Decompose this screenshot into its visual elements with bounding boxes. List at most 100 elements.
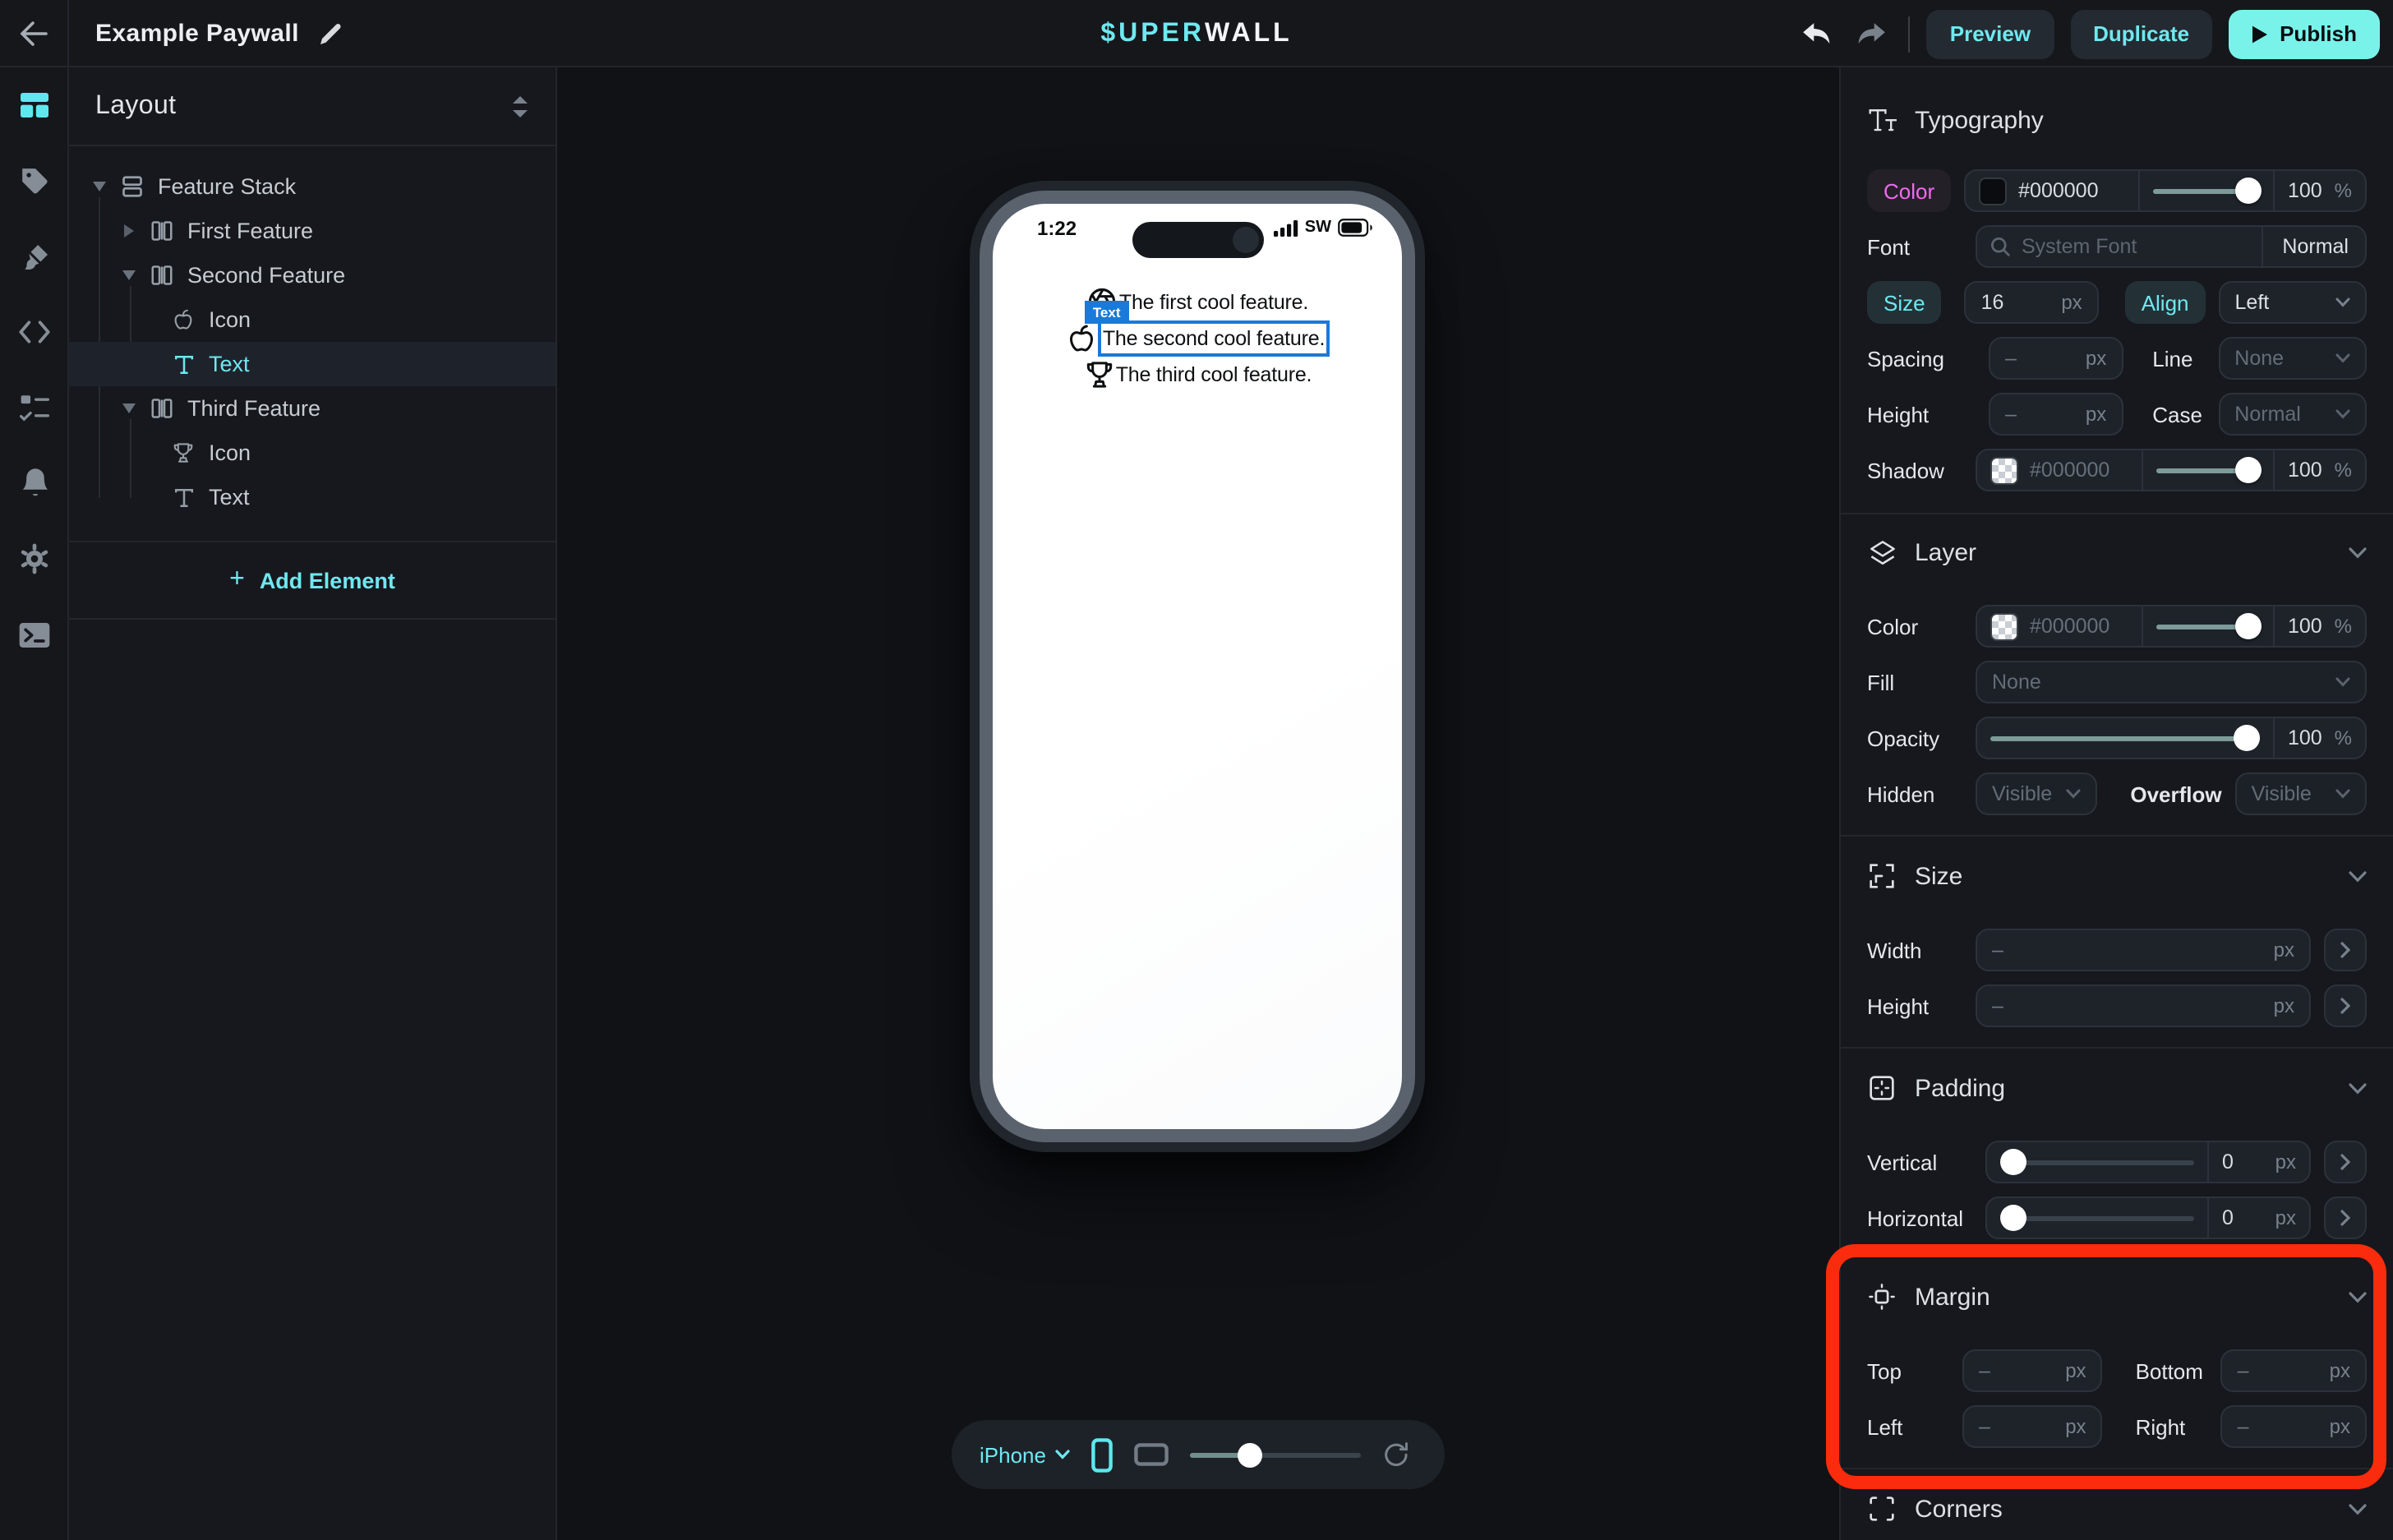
redo-button[interactable] (1853, 14, 1893, 53)
tree-item-third-text[interactable]: Text (69, 475, 556, 519)
font-weight-select[interactable]: Normal (2261, 227, 2365, 266)
letter-spacing-input[interactable]: – px (1989, 337, 2123, 380)
tree-item-feature-stack[interactable]: Feature Stack (69, 164, 556, 209)
preview-button[interactable]: Preview (1927, 9, 2054, 58)
rail-products-tab[interactable] (0, 143, 69, 219)
rail-code-tab[interactable] (0, 294, 69, 370)
layer-section-header[interactable]: Layer (1867, 533, 2367, 572)
case-select[interactable]: Normal (2218, 393, 2367, 436)
feature-row-third[interactable]: The third cool feature. (1083, 357, 1312, 391)
padding-vertical-slider[interactable] (2000, 1149, 2194, 1175)
height-expand-button[interactable] (2324, 984, 2367, 1027)
layer-opacity-value-seg[interactable]: 100 % (2273, 718, 2365, 758)
collapse-chevron-icon[interactable] (2349, 870, 2367, 882)
padding-horizontal-value-seg[interactable]: 0 px (2207, 1198, 2309, 1238)
align-label[interactable]: Align (2125, 281, 2206, 324)
align-select[interactable]: Left (2219, 281, 2367, 324)
collapse-chevron-icon[interactable] (2349, 1291, 2367, 1303)
rail-settings-tab[interactable] (0, 521, 69, 597)
margin-section-header[interactable]: Margin (1867, 1277, 2367, 1316)
shadow-hex-field[interactable]: #000000 (1977, 450, 2142, 490)
line-select[interactable]: None (2218, 337, 2367, 380)
zoom-slider-knob[interactable] (1238, 1442, 1263, 1467)
margin-top-input[interactable]: – px (1962, 1349, 2103, 1392)
padding-horizontal-slider-seg[interactable] (1987, 1198, 2207, 1238)
rail-checklist-tab[interactable] (0, 370, 69, 445)
collapse-chevron-icon[interactable] (2349, 546, 2367, 558)
height-input[interactable]: – px (1976, 984, 2311, 1027)
fill-select[interactable]: None (1976, 661, 2367, 703)
font-search-field[interactable] (1977, 227, 2261, 266)
shadow-opacity-slider-seg[interactable] (2142, 450, 2273, 490)
back-button[interactable] (0, 0, 69, 67)
layer-color-swatch[interactable] (1990, 612, 2018, 640)
feature-text[interactable]: The third cool feature. (1116, 362, 1312, 385)
shadow-swatch[interactable] (1990, 456, 2018, 484)
iphone-screen[interactable]: 1:22 SW The first cool feature. (993, 204, 1402, 1129)
shadow-opacity-value-seg[interactable]: 100 % (2273, 450, 2365, 490)
canvas[interactable]: 1:22 SW The first cool feature. (559, 67, 1839, 1540)
hidden-select[interactable]: Visible (1976, 772, 2097, 815)
landscape-orientation-icon[interactable] (1135, 1443, 1169, 1466)
rail-notifications-tab[interactable] (0, 445, 69, 521)
line-height-input[interactable]: – px (1989, 393, 2123, 436)
caret-right-icon[interactable] (120, 224, 136, 238)
padding-section-header[interactable]: Padding (1867, 1068, 2367, 1108)
add-element-button[interactable]: + Add Element (69, 542, 556, 618)
rail-console-tab[interactable] (0, 597, 69, 672)
overflow-select[interactable]: Visible (2235, 772, 2367, 815)
margin-bottom-input[interactable]: – px (2221, 1349, 2367, 1392)
caret-down-icon[interactable] (90, 181, 107, 192)
layer-color-hex-field[interactable]: #000000 (1977, 606, 2142, 646)
feature-row-second[interactable]: Text The second cool feature. (1065, 320, 1330, 355)
margin-right-input[interactable]: – px (2221, 1405, 2367, 1448)
layer-color-opacity-slider[interactable] (2157, 613, 2260, 639)
font-size-label[interactable]: Size (1867, 281, 1942, 324)
portrait-orientation-icon[interactable] (1092, 1437, 1114, 1472)
padding-vertical-slider-seg[interactable] (1987, 1142, 2207, 1182)
publish-button[interactable]: Publish (2229, 9, 2380, 58)
padding-vertical-value-seg[interactable]: 0 px (2207, 1142, 2309, 1182)
color-hex-field[interactable]: #000000 (1966, 171, 2137, 210)
opacity-slider[interactable] (2152, 178, 2260, 204)
sort-icon[interactable] (511, 95, 529, 118)
rail-layout-tab[interactable] (0, 67, 69, 143)
padding-horizontal-slider[interactable] (2000, 1205, 2194, 1231)
layer-opacity-slider[interactable] (1990, 725, 2260, 751)
refresh-icon[interactable] (1383, 1441, 1411, 1469)
typography-section-header[interactable]: Typography (1867, 100, 2367, 140)
shadow-opacity-slider[interactable] (2157, 457, 2260, 483)
typography-color-label[interactable]: Color (1867, 169, 1951, 212)
color-swatch[interactable] (1979, 177, 2007, 205)
collapse-chevron-icon[interactable] (2349, 1503, 2367, 1515)
tree-item-third-icon[interactable]: Icon (69, 431, 556, 475)
caret-down-icon[interactable] (120, 403, 136, 414)
undo-button[interactable] (1797, 14, 1837, 53)
selected-text-element[interactable]: Text The second cool feature. (1098, 320, 1330, 356)
layer-opacity-slider-seg[interactable] (2142, 606, 2273, 646)
rail-theme-tab[interactable] (0, 219, 69, 294)
device-selector[interactable]: iPhone (980, 1442, 1071, 1467)
zoom-slider[interactable] (1191, 1442, 1362, 1467)
size-section-header[interactable]: Size (1867, 856, 2367, 896)
width-input[interactable]: – px (1976, 929, 2311, 971)
opacity-slider-seg[interactable] (2137, 171, 2273, 210)
opacity-value-seg[interactable]: 100 % (2273, 171, 2365, 210)
duplicate-button[interactable]: Duplicate (2070, 9, 2212, 58)
tree-item-first-feature[interactable]: First Feature (69, 209, 556, 253)
feature-text[interactable]: The first cool feature. (1119, 290, 1308, 313)
width-expand-button[interactable] (2324, 929, 2367, 971)
edit-pencil-icon[interactable] (319, 22, 342, 45)
tree-item-second-feature[interactable]: Second Feature (69, 253, 556, 297)
padding-vertical-expand-button[interactable] (2324, 1141, 2367, 1183)
tree-item-second-text[interactable]: Text (69, 342, 556, 386)
opacity-big-slider-seg[interactable] (1977, 718, 2273, 758)
font-search-input[interactable] (2022, 235, 2248, 258)
corners-section-header[interactable]: Corners (1867, 1489, 2367, 1528)
padding-horizontal-expand-button[interactable] (2324, 1196, 2367, 1239)
layer-opacity-value-seg[interactable]: 100 % (2273, 606, 2365, 646)
margin-left-input[interactable]: – px (1962, 1405, 2103, 1448)
tree-item-third-feature[interactable]: Third Feature (69, 386, 556, 431)
feature-text[interactable]: The second cool feature. (1103, 326, 1325, 349)
caret-down-icon[interactable] (120, 270, 136, 281)
